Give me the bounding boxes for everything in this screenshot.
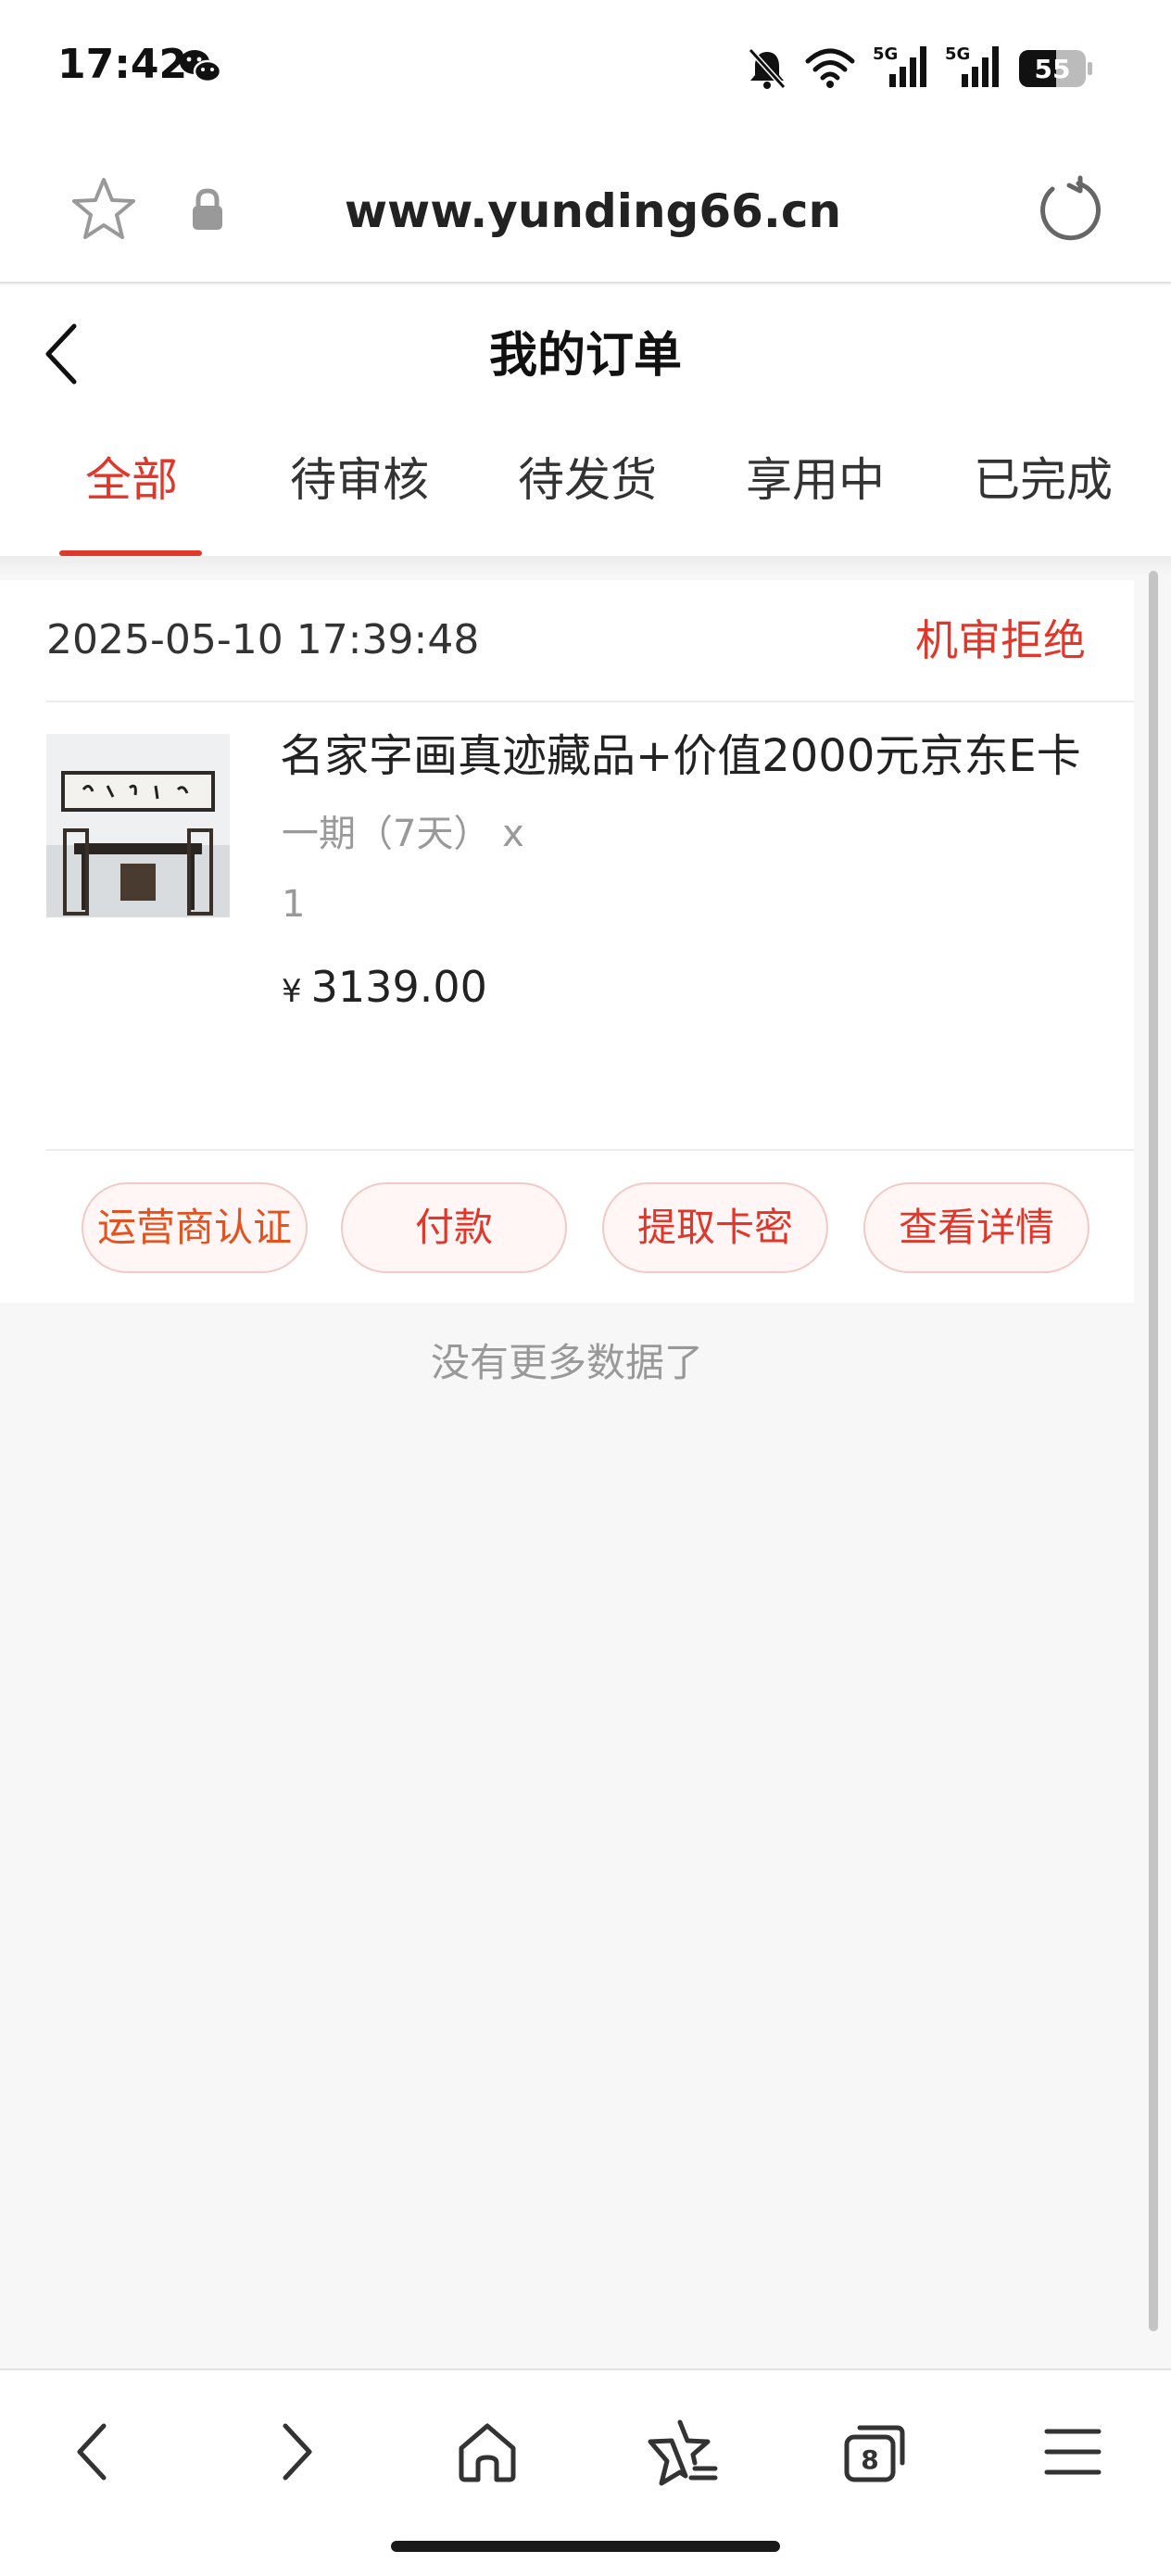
tabs-icon[interactable]: 8 <box>837 2415 912 2489</box>
bell-off-icon <box>748 47 787 90</box>
view-detail-button[interactable]: 查看详情 <box>863 1182 1089 1273</box>
page-header: 我的订单 全部 待审核 待发货 享用中 已完成 <box>0 285 1171 558</box>
order-status: 机审拒绝 <box>915 615 1086 665</box>
wifi-icon <box>805 48 855 88</box>
battery-icon: 55 <box>1019 50 1092 87</box>
calligraphy-room-image <box>46 734 230 917</box>
product-title[interactable]: 名家字画真迹藏品+价值2000元京东E卡 <box>280 719 1114 793</box>
price-value: 3139.00 <box>310 962 487 1012</box>
header-shadow <box>0 556 1171 576</box>
currency-symbol: ¥ <box>282 973 302 1010</box>
url-text[interactable]: www.yunding66.cn <box>315 176 871 246</box>
order-tabs: 全部 待审核 待发货 享用中 已完成 <box>0 424 1171 558</box>
network-type-label: 5G <box>945 44 970 64</box>
home-icon[interactable] <box>450 2415 524 2489</box>
favorites-icon[interactable] <box>645 2415 719 2489</box>
divider <box>46 1149 1134 1151</box>
product-image[interactable] <box>46 734 230 917</box>
scrollbar[interactable] <box>1149 571 1158 2331</box>
wechat-icon <box>180 50 222 83</box>
divider <box>46 701 1134 702</box>
tab-count: 8 <box>861 2444 878 2475</box>
product-quantity: 1 <box>282 883 306 926</box>
operator-verify-button[interactable]: 运营商认证 <box>82 1182 308 1273</box>
order-time: 2025-05-10 17:39:48 <box>46 616 480 663</box>
tab-completed[interactable]: 已完成 <box>949 424 1138 558</box>
bottom-nav: 8 <box>0 2368 1171 2576</box>
status-time: 17:42 <box>57 41 188 88</box>
menu-icon[interactable] <box>1036 2415 1110 2489</box>
battery-level: 55 <box>1035 54 1071 84</box>
back-icon[interactable] <box>57 2415 132 2489</box>
product-price: ¥3139.00 <box>282 954 487 1019</box>
reload-icon[interactable] <box>1034 174 1104 245</box>
tab-pending-shipment[interactable]: 待发货 <box>493 424 682 558</box>
forward-icon[interactable] <box>258 2415 332 2489</box>
network-type-label: 5G <box>873 44 898 64</box>
tab-all[interactable]: 全部 <box>37 424 226 558</box>
tab-in-use[interactable]: 享用中 <box>721 424 910 558</box>
star-icon[interactable] <box>69 174 139 245</box>
back-icon[interactable] <box>37 319 89 389</box>
signal-icon: 5G <box>945 44 999 87</box>
tab-pending-review[interactable]: 待审核 <box>265 424 454 558</box>
page-title: 我的订单 <box>488 328 682 384</box>
home-indicator[interactable] <box>391 2541 780 2552</box>
lock-icon <box>193 188 222 230</box>
order-card[interactable]: 2025-05-10 17:39:48 机审拒绝 名家字画真迹藏品+价值2000… <box>0 580 1134 1303</box>
address-bar: www.yunding66.cn <box>0 139 1171 284</box>
no-more-data-text: 没有更多数据了 <box>430 1340 703 1385</box>
pay-button[interactable]: 付款 <box>341 1182 567 1273</box>
product-spec: 一期（7天） x <box>282 813 524 855</box>
extract-card-button[interactable]: 提取卡密 <box>602 1182 828 1273</box>
signal-icon: 5G <box>873 44 926 87</box>
status-bar: 17:42 5G 5G 55 <box>0 0 1171 139</box>
